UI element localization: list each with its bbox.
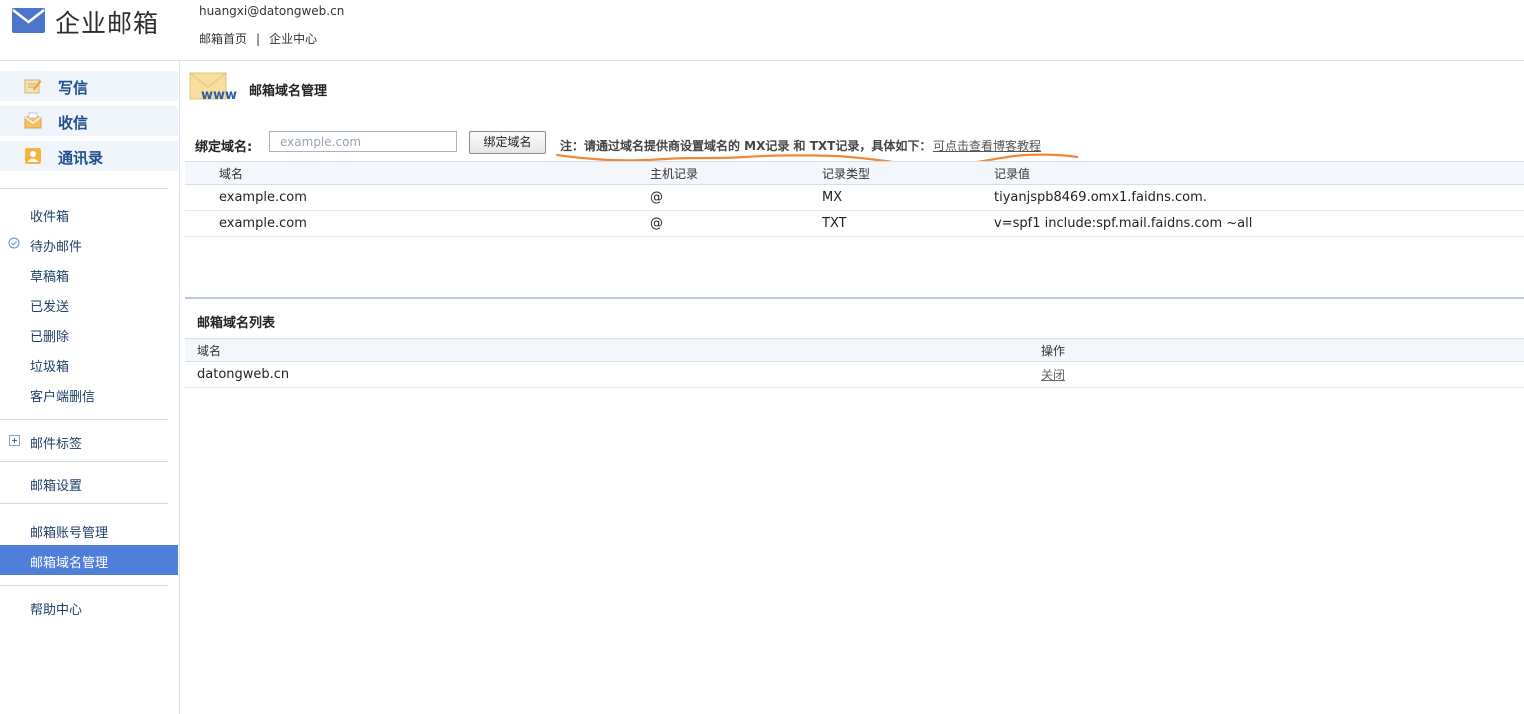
header: 企业邮箱 huangxi@datongweb.cn 邮箱首页 | 企业中心 (0, 0, 1524, 61)
sidebar-item-label: 垃圾箱 (30, 360, 70, 375)
sidebar-item-label: 已发送 (30, 300, 70, 315)
sidebar-item-deleted[interactable]: 已删除 (0, 320, 178, 348)
sidebar-item-label: 客户端删信 (30, 390, 96, 405)
top-nav-separator: | (256, 32, 261, 46)
svg-text:www: www (201, 88, 237, 101)
mail-logo-icon (12, 8, 45, 33)
dns-records-table: 域名 主机记录 记录类型 记录值 example.com @ MX tiyanj… (185, 161, 1524, 237)
top-nav-enterprise-center[interactable]: 企业中心 (269, 32, 317, 46)
sidebar-item-label: 邮箱域名管理 (30, 556, 109, 571)
bind-domain-label: 绑定域名: (195, 140, 253, 155)
sidebar-divider (0, 503, 168, 504)
table-row: datongweb.cn 关闭 (185, 361, 1524, 388)
sidebar-divider (0, 188, 168, 189)
contacts-label: 通讯录 (58, 149, 104, 167)
domain-list-title: 邮箱域名列表 (197, 316, 276, 331)
compose-label: 写信 (58, 79, 89, 97)
sidebar-item-drafts[interactable]: 草稿箱 (0, 260, 178, 288)
cell-host: @ (650, 184, 822, 211)
compose-icon (24, 79, 42, 94)
sidebar: 写信 收信 通讯录 收件箱 待办邮件 草稿箱 已发送 已删除 垃圾箱 客户端删信… (0, 61, 180, 714)
sidebar-item-label: 待办邮件 (30, 240, 83, 255)
user-email: huangxi@datongweb.cn (199, 4, 345, 18)
top-nav: 邮箱首页 | 企业中心 (199, 30, 317, 47)
domain-list-table: 域名 操作 datongweb.cn 关闭 (185, 338, 1524, 388)
sidebar-item-label: 邮件标签 (30, 437, 83, 452)
sidebar-item-sent[interactable]: 已发送 (0, 290, 178, 318)
column-header-domain: 域名 (219, 161, 650, 185)
column-header-host: 主机记录 (650, 161, 822, 185)
cell-domain: example.com (219, 210, 650, 237)
page-title: 邮箱域名管理 (249, 84, 328, 99)
cell-type: TXT (822, 210, 994, 237)
domain-input[interactable] (269, 131, 457, 152)
sidebar-item-label: 收件箱 (30, 210, 70, 225)
sidebar-item-help-center[interactable]: 帮助中心 (0, 593, 178, 621)
contacts-button[interactable]: 通讯录 (0, 141, 178, 171)
sidebar-item-inbox[interactable]: 收件箱 (0, 200, 178, 228)
table-header-row: 域名 主机记录 记录类型 记录值 (185, 161, 1524, 185)
cell-value: v=spf1 include:spf.mail.faidns.com ~all (994, 210, 1524, 237)
cell-domain: example.com (219, 184, 650, 211)
sidebar-item-mail-tags[interactable]: 邮件标签 (0, 427, 178, 455)
column-header-domain: 域名 (197, 338, 1041, 362)
bind-domain-button[interactable]: 绑定域名 (469, 131, 546, 154)
cell-value: tiyanjspb8469.omx1.faidns.com. (994, 184, 1524, 211)
expand-plus-icon[interactable] (9, 435, 20, 446)
sidebar-item-domain-management[interactable]: 邮箱域名管理 (0, 545, 178, 575)
receive-mail-button[interactable]: 收信 (0, 106, 178, 136)
table-row: example.com @ TXT v=spf1 include:spf.mai… (185, 210, 1524, 237)
www-mail-icon: www (189, 72, 237, 101)
logo-text: 企业邮箱 (55, 9, 160, 38)
sidebar-divider (0, 585, 168, 586)
column-header-action: 操作 (1041, 338, 1524, 362)
sidebar-item-mail-settings[interactable]: 邮箱设置 (0, 469, 178, 497)
sidebar-item-label: 邮箱账号管理 (30, 526, 109, 541)
column-header-type: 记录类型 (822, 161, 994, 185)
check-shield-icon (8, 237, 20, 249)
sidebar-item-label: 邮箱设置 (30, 479, 83, 494)
sidebar-item-todo-mail[interactable]: 待办邮件 (0, 230, 178, 258)
table-header-row: 域名 操作 (185, 338, 1524, 362)
contacts-icon (25, 148, 41, 164)
cell-host: @ (650, 210, 822, 237)
top-nav-mail-home[interactable]: 邮箱首页 (199, 32, 247, 46)
compose-button[interactable]: 写信 (0, 71, 178, 101)
sidebar-item-label: 帮助中心 (30, 603, 83, 618)
cell-type: MX (822, 184, 994, 211)
section-divider (185, 297, 1524, 299)
sidebar-item-account-management[interactable]: 邮箱账号管理 (0, 516, 178, 544)
sidebar-divider (0, 419, 168, 420)
sidebar-item-spam[interactable]: 垃圾箱 (0, 350, 178, 378)
sidebar-divider (0, 461, 168, 462)
close-domain-link[interactable]: 关闭 (1041, 368, 1065, 382)
sidebar-item-label: 草稿箱 (30, 270, 70, 285)
sidebar-item-client-deleted[interactable]: 客户端删信 (0, 380, 178, 408)
receive-mail-icon (24, 112, 42, 129)
cell-domain: datongweb.cn (197, 361, 1041, 388)
receive-mail-label: 收信 (58, 114, 89, 132)
column-header-value: 记录值 (994, 161, 1524, 185)
sidebar-item-label: 已删除 (30, 330, 70, 345)
table-row: example.com @ MX tiyanjspb8469.omx1.faid… (185, 184, 1524, 211)
